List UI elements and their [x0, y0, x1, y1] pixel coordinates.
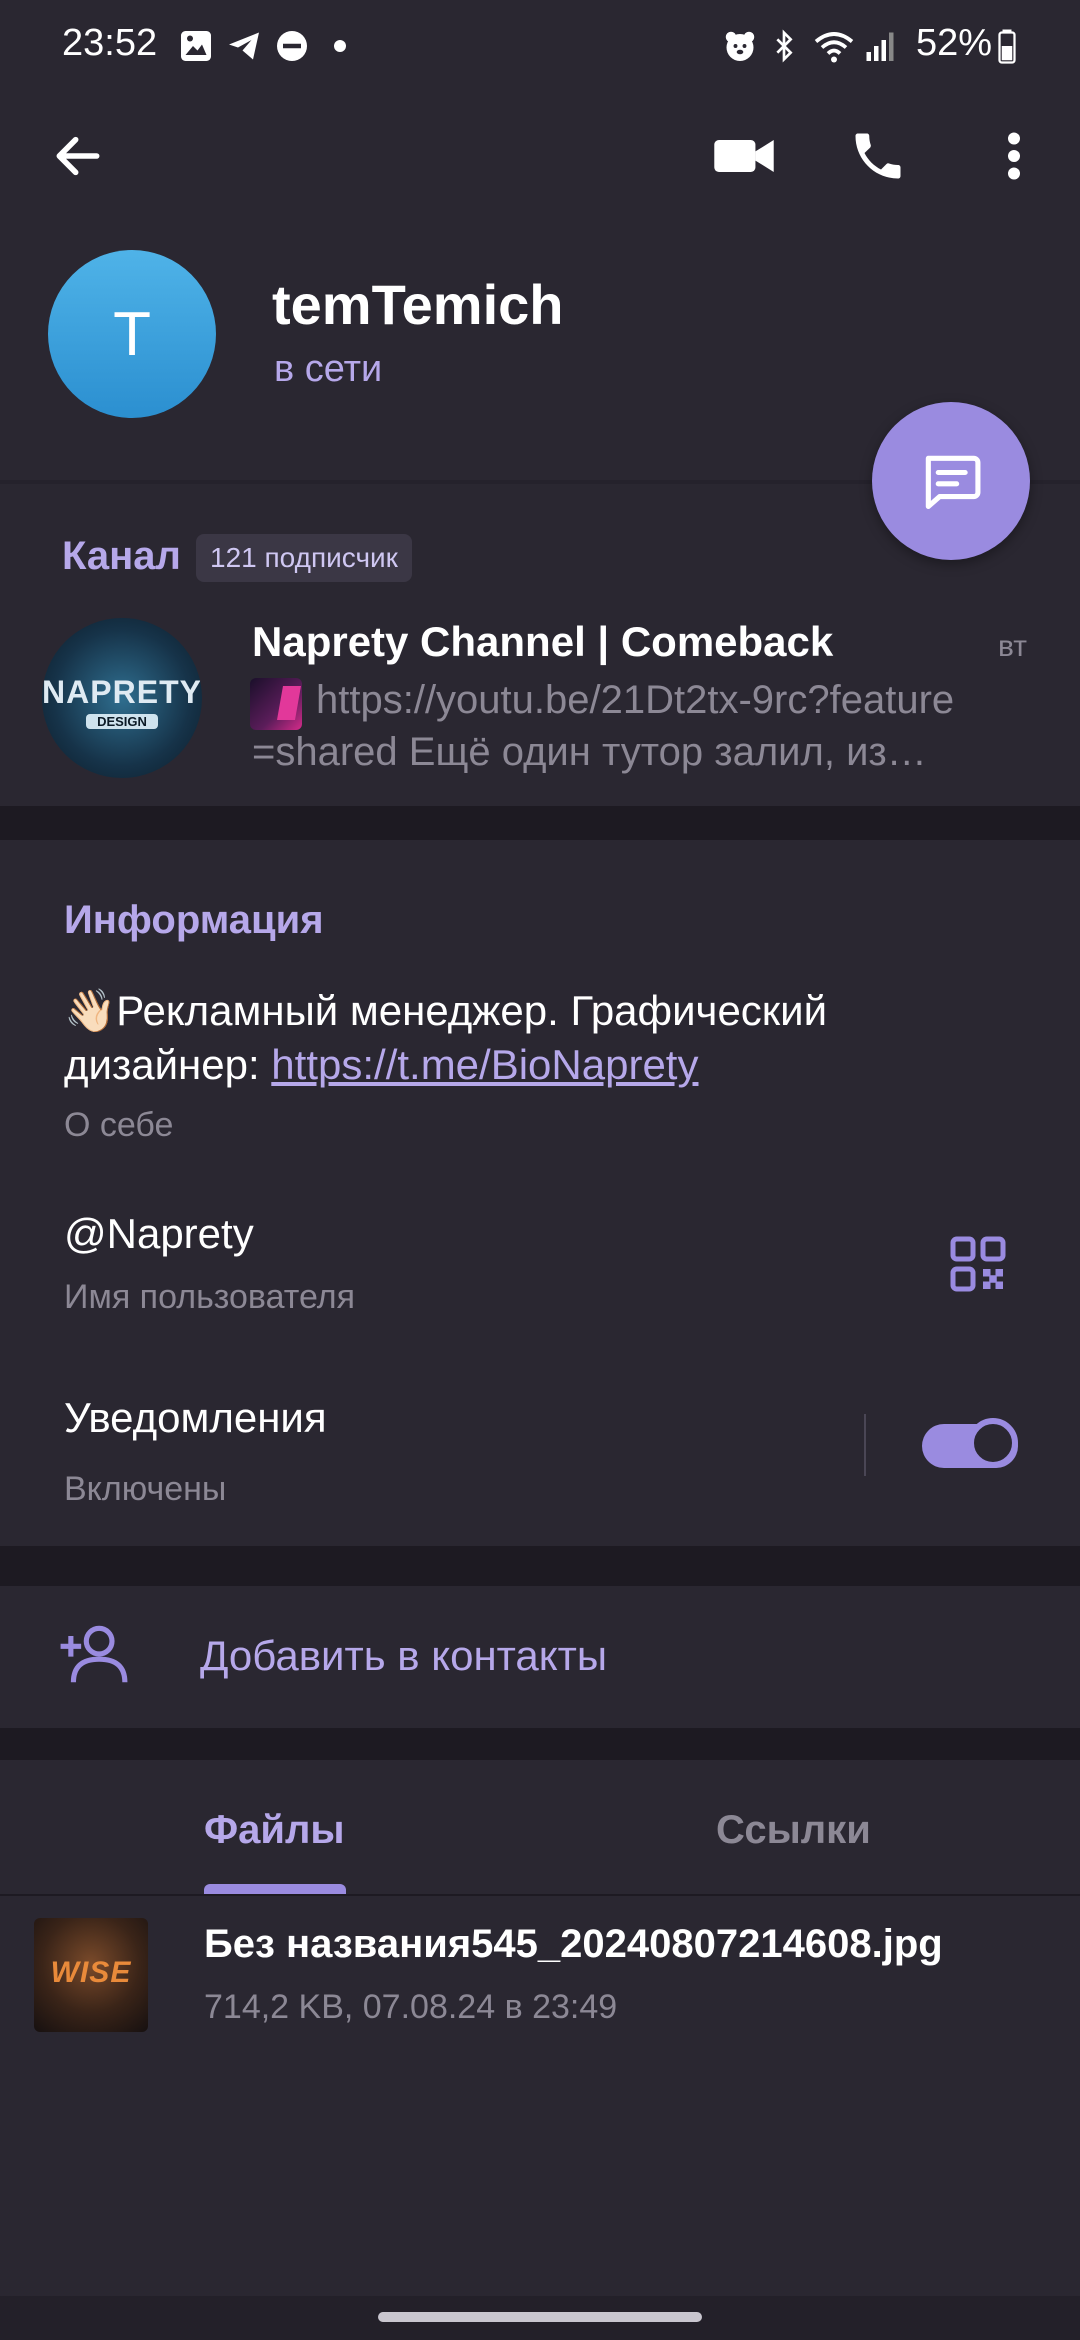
battery-percent: 52% — [915, 22, 992, 64]
more-vertical-icon[interactable] — [1000, 126, 1028, 186]
channel-logo: NAPRETY DESIGN — [42, 618, 202, 778]
notifications-divider — [864, 1414, 866, 1476]
media-tabs: Файлы Ссылки — [0, 1760, 1080, 1894]
tab-files[interactable]: Файлы — [146, 1760, 402, 1894]
channel-row[interactable]: NAPRETY DESIGN Naprety Channel | Comebac… — [0, 600, 1080, 790]
phone-icon[interactable] — [848, 126, 908, 186]
tab-links[interactable]: Ссылки — [660, 1760, 920, 1894]
battery-icon — [998, 29, 1016, 64]
file-thumbnail: WISE — [34, 1918, 148, 2032]
bio-text-2: дизайнер: — [64, 1041, 272, 1088]
notifications-label: Уведомления — [64, 1394, 327, 1441]
telegram-icon — [229, 32, 259, 60]
send-message-button[interactable] — [872, 402, 1030, 560]
notifications-toggle-knob — [968, 1418, 1018, 1468]
gallery-icon — [181, 31, 211, 61]
avatar[interactable]: T — [48, 250, 216, 418]
channel-title: Naprety Channel | Comeback — [252, 618, 834, 665]
info-section-label: Информация — [64, 898, 324, 942]
channel-preview-line2: =shared Ещё один тутор залил, из… — [252, 730, 927, 774]
tab-indicator — [204, 1884, 346, 1894]
channel-section-label: Канал — [62, 534, 181, 578]
bear-icon — [725, 31, 755, 61]
notifications-row[interactable]: Уведомления Включены — [0, 1370, 1080, 1530]
bio-caption: О себе — [64, 1106, 174, 1144]
tab-files-label: Файлы — [204, 1808, 345, 1852]
profile-status: в сети — [274, 348, 383, 390]
username-row[interactable]: @Naprety Имя пользователя — [0, 1182, 1080, 1342]
channel-preview-thumb — [250, 678, 302, 730]
signal-icon — [866, 32, 894, 61]
bluetooth-icon — [776, 29, 793, 63]
status-time: 23:52 — [62, 22, 158, 64]
add-user-icon — [60, 1625, 128, 1683]
back-arrow-icon[interactable] — [50, 128, 106, 184]
add-contact-label: Добавить в контакты — [200, 1632, 608, 1679]
video-camera-icon[interactable] — [712, 128, 776, 184]
bio-emoji: 👋🏻 — [64, 987, 117, 1034]
channel-logo-subtext: DESIGN — [86, 714, 158, 729]
username-caption: Имя пользователя — [64, 1278, 355, 1316]
channel-preview-line1: https://youtu.be/21Dt2tx-9rc?feature — [316, 678, 955, 722]
wifi-icon — [814, 32, 854, 63]
tab-links-label: Ссылки — [716, 1808, 871, 1852]
avatar-letter: T — [113, 299, 151, 369]
file-name: Без названия545_20240807214608.jpg — [204, 1922, 943, 1966]
status-bar: 23:52 52% — [0, 0, 1080, 96]
profile-name: temTemich — [272, 273, 564, 336]
message-icon — [925, 455, 981, 510]
notifications-caption: Включены — [64, 1470, 227, 1508]
dot-icon — [334, 40, 346, 52]
qr-code-icon[interactable] — [948, 1234, 1008, 1294]
file-meta: 714,2 KB, 07.08.24 в 23:49 — [204, 1988, 618, 2026]
file-thumbnail-text: WISE — [50, 1956, 132, 1989]
bio-block: 👋🏻Рекламный менеджер. Графический дизайн… — [64, 984, 1024, 1092]
channel-logo-text: NAPRETY — [42, 674, 202, 710]
subscribers-badge: 121 подписчик — [196, 534, 412, 582]
bio-text: Рекламный менеджер. Графический — [116, 987, 828, 1034]
file-row[interactable]: WISE Без названия545_20240807214608.jpg … — [0, 1900, 1080, 2060]
home-indicator[interactable] — [378, 2312, 702, 2322]
bio-link[interactable]: https://t.me/BioNaprety — [271, 1041, 698, 1088]
username-value: @Naprety — [64, 1210, 254, 1257]
do-not-disturb-icon — [277, 31, 307, 61]
channel-day: вт — [998, 630, 1028, 663]
add-contact-row[interactable]: Добавить в контакты — [0, 1586, 1080, 1728]
